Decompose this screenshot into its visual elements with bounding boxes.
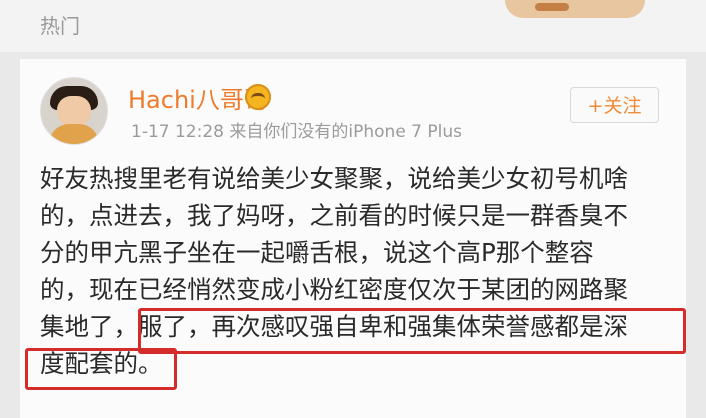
top-bar: 热门 bbox=[0, 0, 706, 52]
decorative-banner-image bbox=[505, 0, 645, 18]
tab-hot[interactable]: 热门 bbox=[40, 10, 80, 39]
post-line: 的，现在已经悄然变成小粉红密度仅次于某团的网路聚 bbox=[40, 275, 628, 304]
follow-button[interactable]: +关注 bbox=[570, 87, 659, 123]
post-time: 1-17 12:28 bbox=[131, 122, 224, 142]
highlight-box bbox=[138, 308, 686, 354]
post-line: 好友热搜里老有说给美少女聚聚，说给美少女初号机啥 bbox=[40, 164, 628, 193]
post-meta: 1-17 12:28 来自你们没有的iPhone 7 Plus bbox=[131, 117, 462, 142]
laughing-face-icon bbox=[245, 84, 271, 110]
highlight-box bbox=[25, 348, 177, 390]
post-source: 来自你们没有的iPhone 7 Plus bbox=[229, 122, 463, 142]
post-line: 分的甲亢黑子坐在一起嚼舌根，说这个高P那个整容 bbox=[40, 238, 594, 267]
post-line: 的，点进去，我了妈呀，之前看的时候只是一群香臭不 bbox=[40, 201, 628, 230]
avatar[interactable] bbox=[40, 77, 108, 145]
